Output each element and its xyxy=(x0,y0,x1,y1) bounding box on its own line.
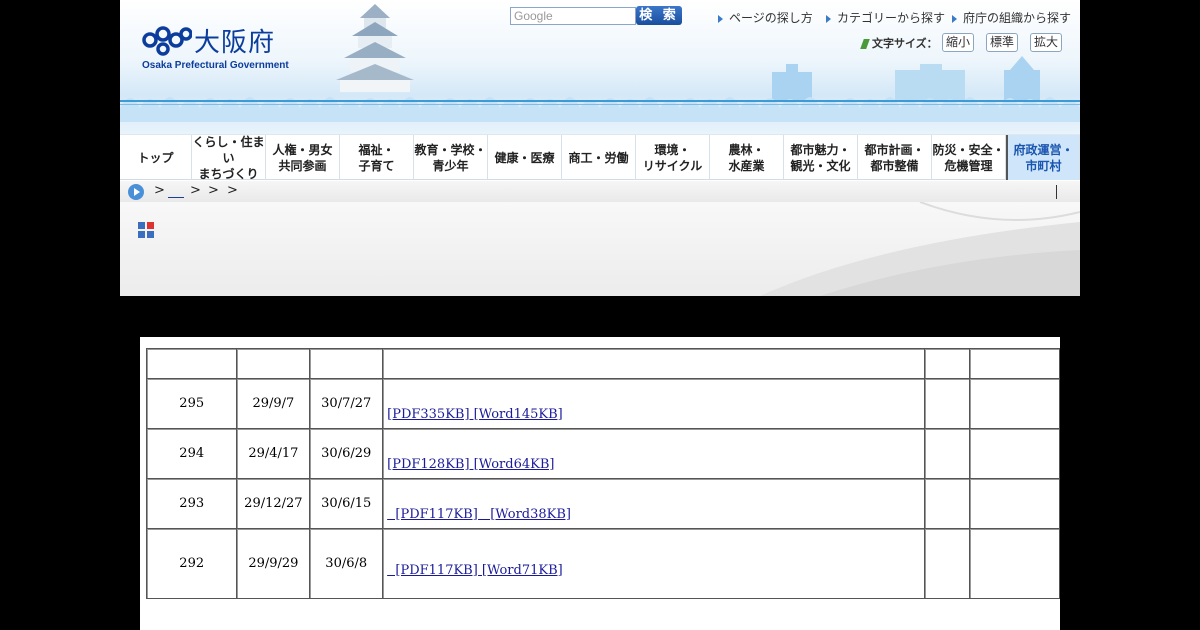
link-page-guide[interactable]: ページの探し方 xyxy=(718,9,813,26)
arrow-right-icon xyxy=(826,14,831,23)
nav-item-urban-planning[interactable]: 都市計画・ 都市整備 xyxy=(858,135,932,180)
row-files: [PDF335KB] [Word145KB] xyxy=(382,378,926,429)
file-links[interactable]: [PDF335KB] [Word145KB] xyxy=(387,407,563,422)
row-empty-cell xyxy=(968,478,1061,529)
arrow-right-icon xyxy=(952,14,957,23)
row-empty-cell xyxy=(924,378,970,429)
breadcrumb-separator: > xyxy=(154,183,165,198)
pencil-icon xyxy=(860,39,870,49)
logo-title: 大阪府 xyxy=(194,28,276,58)
nav-item-tourism[interactable]: 都市魅力・ 観光・文化 xyxy=(784,135,858,180)
play-circle-icon xyxy=(128,184,144,200)
table-row: 293 29/12/27 30/6/15 [PDF117KB] [Word38K… xyxy=(145,478,1061,529)
row-empty-cell xyxy=(968,428,1061,479)
row-number: 292 xyxy=(145,528,238,599)
table-row: 295 29/9/7 30/7/27 [PDF335KB] [Word145KB… xyxy=(145,378,1061,429)
site-logo[interactable]: 大阪府 Osaka Prefectural Government xyxy=(142,22,302,74)
table-header-cell xyxy=(968,348,1061,379)
table-header-cell xyxy=(382,348,926,379)
table-header-cell xyxy=(236,348,311,379)
row-number: 293 xyxy=(145,478,238,529)
records-table: 295 29/9/7 30/7/27 [PDF335KB] [Word145KB… xyxy=(145,348,1061,599)
global-nav: トップ くらし・住まい まちづくり 人権・男女 共同参画 福祉・ 子育て 教育・… xyxy=(120,134,1080,181)
row-files: [PDF117KB] [Word71KB] xyxy=(382,528,926,599)
row-empty-cell xyxy=(968,528,1061,599)
table-row: 294 29/4/17 30/6/29 [PDF128KB] [Word64KB… xyxy=(145,428,1061,479)
table-row: 292 29/9/29 30/6/8 [PDF117KB] [Word71KB] xyxy=(145,528,1061,599)
search-input[interactable] xyxy=(510,7,636,25)
font-standard-button[interactable]: 標準 xyxy=(986,33,1019,52)
link-organization[interactable]: 府庁の組織から探す xyxy=(952,9,1071,26)
row-files: [PDF117KB] [Word38KB] xyxy=(382,478,926,529)
arrow-right-icon xyxy=(718,14,723,23)
swoosh-decoration xyxy=(760,202,1080,296)
row-empty-cell xyxy=(924,478,970,529)
search-button[interactable]: 検 索 xyxy=(636,6,682,25)
row-date-2: 30/6/15 xyxy=(309,478,384,529)
header-rule-thin xyxy=(120,104,1080,105)
header-rule xyxy=(120,100,1080,102)
row-number: 295 xyxy=(145,378,238,429)
nav-item-living[interactable]: くらし・住まい まちづくり xyxy=(192,135,266,181)
table-header-cell xyxy=(924,348,970,379)
breadcrumb-separator: > xyxy=(227,183,238,198)
table-header-row xyxy=(145,348,1061,379)
row-date-1: 29/9/29 xyxy=(236,528,311,599)
page-title-band xyxy=(120,202,1080,296)
osaka-logo-mark-icon xyxy=(142,26,192,56)
breadcrumb-end-divider xyxy=(1056,185,1057,199)
page-container: 大阪府 Osaka Prefectural Government 検 索 ページ… xyxy=(120,0,1080,296)
nav-item-education[interactable]: 教育・学校・ 青少年 xyxy=(414,135,488,180)
breadcrumb-link[interactable] xyxy=(168,182,184,198)
nav-item-health[interactable]: 健康・医療 xyxy=(488,135,562,180)
nav-item-agriculture[interactable]: 農林・ 水産業 xyxy=(710,135,784,180)
file-links[interactable]: [PDF117KB] [Word71KB] xyxy=(387,563,562,578)
row-date-1: 29/9/7 xyxy=(236,378,311,429)
font-size-label: 文字サイズ： xyxy=(860,35,938,51)
link-category[interactable]: カテゴリーから探す xyxy=(826,9,945,26)
content-panel: 295 29/9/7 30/7/27 [PDF335KB] [Word145KB… xyxy=(140,337,1061,630)
nav-item-commerce[interactable]: 商工・労働 xyxy=(562,135,636,180)
breadcrumb: > > > > xyxy=(120,181,1080,203)
grid-icon xyxy=(138,222,154,238)
nav-item-top[interactable]: トップ xyxy=(120,135,192,180)
nav-item-welfare[interactable]: 福祉・ 子育て xyxy=(340,135,414,180)
row-empty-cell xyxy=(968,378,1061,429)
row-date-2: 30/6/29 xyxy=(309,428,384,479)
breadcrumb-separator: > xyxy=(190,183,201,198)
row-date-2: 30/6/8 xyxy=(309,528,384,599)
font-shrink-button[interactable]: 縮小 xyxy=(942,33,975,52)
nav-item-administration[interactable]: 府政運営・ 市町村 xyxy=(1006,135,1080,180)
row-number: 294 xyxy=(145,428,238,479)
table-header-cell xyxy=(309,348,384,379)
row-empty-cell xyxy=(924,428,970,479)
font-enlarge-button[interactable]: 拡大 xyxy=(1030,33,1063,52)
breadcrumb-separator: > xyxy=(208,183,219,198)
row-date-2: 30/7/27 xyxy=(309,378,384,429)
logo-subtitle: Osaka Prefectural Government xyxy=(142,60,289,71)
row-date-1: 29/4/17 xyxy=(236,428,311,479)
nav-item-human-rights[interactable]: 人権・男女 共同参画 xyxy=(266,135,340,180)
table-header-cell xyxy=(145,348,238,379)
file-links[interactable]: [PDF128KB] [Word64KB] xyxy=(387,457,554,472)
nav-item-disaster[interactable]: 防災・安全・ 危機管理 xyxy=(932,135,1006,180)
row-empty-cell xyxy=(924,528,970,599)
site-header: 大阪府 Osaka Prefectural Government 検 索 ページ… xyxy=(120,0,1080,134)
file-links[interactable]: [PDF117KB] [Word38KB] xyxy=(387,507,571,522)
row-files: [PDF128KB] [Word64KB] xyxy=(382,428,926,479)
row-date-1: 29/12/27 xyxy=(236,478,311,529)
nav-item-environment[interactable]: 環境・ リサイクル xyxy=(636,135,710,180)
